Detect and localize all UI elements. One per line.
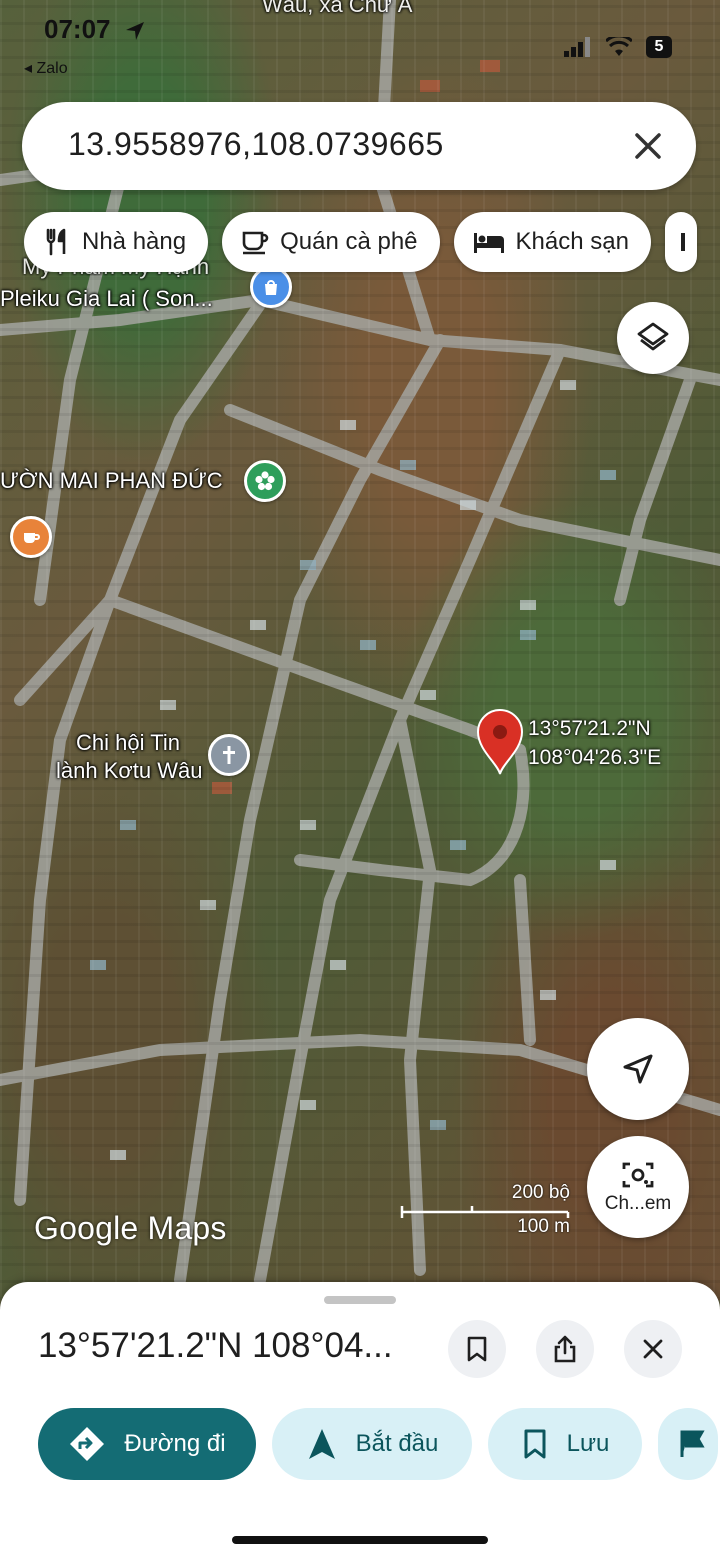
rooftop — [300, 560, 316, 570]
rooftop — [300, 820, 316, 830]
scale-metric: 100 m — [517, 1216, 570, 1237]
rooftop — [120, 820, 136, 830]
chip-label: Khách sạn — [515, 228, 629, 255]
church-roof — [212, 782, 232, 794]
bookmark-icon — [467, 1336, 487, 1362]
status-time: 07:07 — [44, 14, 111, 44]
home-indicator[interactable] — [232, 1536, 488, 1544]
place-bottom-sheet[interactable]: 13°57'21.2"N 108°04... Đường đi Bắt đầu … — [0, 1282, 720, 1559]
rooftop — [600, 470, 616, 480]
rooftop — [300, 1100, 316, 1110]
start-button[interactable]: Bắt đầu — [272, 1408, 472, 1480]
chip-coffee[interactable]: Quán cà phê — [222, 212, 440, 272]
rooftop — [600, 860, 616, 870]
flower-icon[interactable] — [244, 460, 286, 502]
status-icons: 5 — [564, 36, 672, 58]
wifi-icon — [606, 37, 632, 56]
navigation-arrow-icon — [308, 1429, 335, 1459]
lens-label: Ch...em — [604, 1193, 672, 1214]
rooftop — [460, 500, 476, 510]
rooftop — [400, 460, 416, 470]
map-label-garden[interactable]: ƯỜN MAI PHAN ĐỨC — [0, 468, 223, 494]
rooftop — [330, 960, 346, 970]
share-icon — [554, 1335, 576, 1363]
pin-longitude: 108°04'26.3"E — [528, 746, 662, 769]
directions-label: Đường đi — [124, 1430, 226, 1457]
my-location-button[interactable] — [587, 1018, 689, 1120]
search-input[interactable]: 13.9558976,108.0739665 — [68, 126, 444, 163]
close-icon — [643, 1339, 663, 1359]
place-title: 13°57'21.2"N 108°04... — [38, 1326, 393, 1365]
shopping-bag-icon[interactable] — [250, 266, 292, 308]
more-actions-button[interactable] — [658, 1408, 718, 1480]
pin-coordinates-label: 13°57'21.2"N 108°04'26.3"E — [528, 714, 661, 772]
map-layers-button[interactable] — [617, 302, 689, 374]
rooftop — [200, 900, 216, 910]
rooftop — [520, 600, 536, 610]
lens-camera-button[interactable]: Ch...em — [587, 1136, 689, 1238]
google-maps-logo: Google Maps — [34, 1210, 227, 1246]
rooftop — [250, 620, 266, 630]
directions-button[interactable]: Đường đi — [38, 1408, 256, 1480]
rooftop — [160, 700, 176, 710]
coffee-cup-icon — [242, 231, 269, 255]
rooftop — [110, 1150, 126, 1160]
scale-imperial: 200 bộ — [511, 1182, 570, 1203]
rooftop — [450, 840, 466, 850]
save-label: Lưu — [566, 1430, 610, 1457]
layers-icon — [637, 322, 669, 351]
map-label-church[interactable]: Chi hội Tin — [76, 730, 180, 756]
directions-icon — [70, 1427, 105, 1461]
rooftop — [340, 420, 356, 430]
save-icon-button[interactable] — [448, 1320, 506, 1378]
drag-handle[interactable] — [324, 1296, 396, 1304]
chip-label: Nhà hàng — [82, 228, 187, 255]
map-label-church-line2[interactable]: lành Kơtu Wâu — [56, 758, 203, 784]
rooftop — [520, 630, 536, 640]
category-chips: Nhà hàng Quán cà phê Khách sạn — [24, 212, 697, 272]
map-label-shop-line2[interactable]: Pleiku Gia Lai ( Son... — [0, 286, 213, 312]
signal-icon — [564, 37, 590, 57]
search-bar[interactable]: 13.9558976,108.0739665 — [22, 102, 696, 190]
cafe-marker-icon[interactable] — [10, 516, 52, 558]
chip-more[interactable] — [664, 212, 697, 272]
rooftop — [420, 80, 440, 92]
chip-hotels[interactable]: Khách sạn — [453, 212, 651, 272]
flag-icon — [680, 1430, 705, 1457]
chip-restaurants[interactable]: Nhà hàng — [24, 212, 209, 272]
start-label: Bắt đầu — [355, 1430, 439, 1457]
action-buttons: Đường đi Bắt đầu Lưu — [38, 1408, 718, 1480]
rooftop — [560, 380, 576, 390]
cross-icon[interactable] — [208, 734, 250, 776]
rooftop — [420, 690, 436, 700]
camera-lens-icon — [622, 1162, 654, 1188]
more-icon — [680, 233, 685, 251]
navigation-arrow-icon — [623, 1054, 653, 1084]
close-icon[interactable] — [626, 124, 670, 168]
pin-latitude: 13°57'21.2"N — [528, 717, 651, 740]
rooftop — [430, 1120, 446, 1130]
save-button[interactable]: Lưu — [488, 1408, 642, 1480]
dropped-pin-icon[interactable] — [470, 706, 530, 776]
back-to-app-link[interactable]: ◂ Zalo — [24, 58, 68, 78]
close-sheet-button[interactable] — [624, 1320, 682, 1378]
chip-label: Quán cà phê — [280, 228, 418, 255]
rooftop — [90, 960, 106, 970]
battery-icon: 5 — [646, 36, 672, 58]
bookmark-icon — [524, 1429, 546, 1459]
rooftop — [540, 990, 556, 1000]
rooftop — [360, 640, 376, 650]
share-button[interactable] — [536, 1320, 594, 1378]
map-scale: 200 bộ 100 m — [400, 1182, 570, 1240]
bed-icon — [473, 233, 504, 253]
rooftop — [480, 60, 500, 72]
fork-knife-icon — [46, 228, 66, 256]
location-arrow-icon — [126, 22, 144, 40]
map-label-top: Wâu, xã Chư Á — [262, 0, 413, 17]
